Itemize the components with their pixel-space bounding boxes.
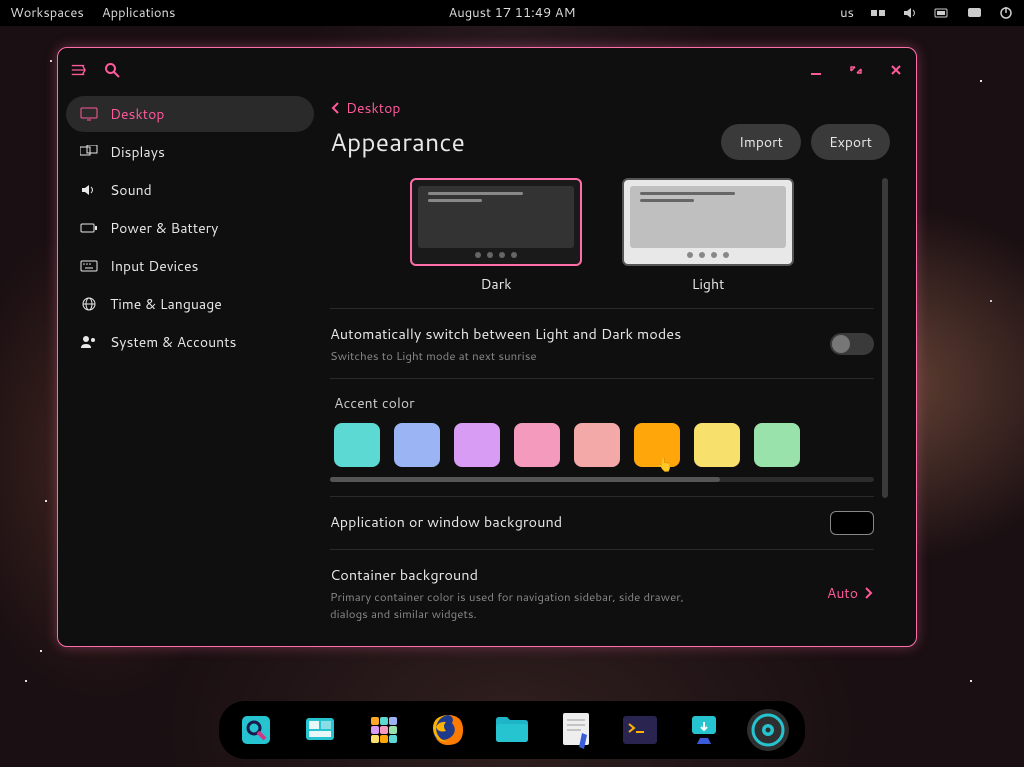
keyboard-icon <box>80 258 98 274</box>
sidebar-item-label: Displays <box>110 142 165 162</box>
theme-option-dark[interactable]: Dark <box>410 178 582 294</box>
accent-scrollbar[interactable] <box>330 477 874 482</box>
breadcrumb-back[interactable]: Desktop <box>330 98 890 118</box>
accent-color-title: Accent color <box>330 393 874 413</box>
sidebar-item-input[interactable]: Input Devices <box>66 248 314 284</box>
globe-icon <box>80 296 98 312</box>
sidebar-item-label: Input Devices <box>110 256 198 276</box>
settings-window: Desktop Displays Sound Power & Battery I… <box>57 47 917 647</box>
desktop-icon <box>80 106 98 122</box>
dock <box>219 701 805 759</box>
accent-swatch-7[interactable] <box>754 423 800 467</box>
sidebar-item-label: Desktop <box>110 104 164 124</box>
settings-sidebar: Desktop Displays Sound Power & Battery I… <box>58 92 322 646</box>
accent-swatch-5[interactable] <box>634 423 680 467</box>
dock-item-workspaces[interactable] <box>299 709 341 751</box>
dock-item-zoom[interactable] <box>235 709 277 751</box>
users-icon <box>80 334 98 350</box>
sound-icon <box>80 182 98 198</box>
chevron-right-icon <box>864 586 874 600</box>
accent-swatch-1[interactable] <box>394 423 440 467</box>
sidebar-item-displays[interactable]: Displays <box>66 134 314 170</box>
breadcrumb-label: Desktop <box>346 98 400 118</box>
sidebar-item-sound[interactable]: Sound <box>66 172 314 208</box>
accent-swatch-0[interactable] <box>334 423 380 467</box>
dock-item-editor[interactable] <box>555 709 597 751</box>
theme-label: Dark <box>480 274 511 294</box>
theme-label: Light <box>692 274 725 294</box>
dock-item-settings[interactable] <box>747 709 789 751</box>
battery-icon[interactable] <box>934 6 950 20</box>
window-titlebar <box>58 48 916 92</box>
container-background-value: Auto <box>827 583 858 603</box>
network-icon[interactable] <box>870 6 886 20</box>
app-background-row[interactable]: Application or window background <box>330 496 874 549</box>
export-button[interactable]: Export <box>811 124 890 160</box>
accent-swatch-6[interactable] <box>694 423 740 467</box>
auto-mode-subtitle: Switches to Light mode at next sunrise <box>330 347 681 364</box>
accent-swatch-3[interactable] <box>514 423 560 467</box>
close-button[interactable] <box>888 62 904 78</box>
dock-item-installer[interactable] <box>683 709 725 751</box>
auto-mode-row: Automatically switch between Light and D… <box>330 308 874 378</box>
settings-main-panel: Desktop Appearance Import Export <box>322 92 916 646</box>
notifications-icon[interactable] <box>966 6 982 20</box>
theme-option-light[interactable]: Light <box>622 178 794 294</box>
accent-swatch-2[interactable] <box>454 423 500 467</box>
sidebar-item-label: Time & Language <box>110 294 222 314</box>
container-background-title: Container background <box>330 564 710 585</box>
power-icon[interactable] <box>998 6 1014 20</box>
clock[interactable]: August 17 11:49 AM <box>448 4 575 22</box>
maximize-button[interactable] <box>848 62 864 78</box>
minimize-button[interactable] <box>808 62 824 78</box>
menu-icon[interactable] <box>70 62 86 78</box>
sidebar-item-label: Power & Battery <box>110 218 218 238</box>
sidebar-item-label: System & Accounts <box>110 332 236 352</box>
volume-icon[interactable] <box>902 6 918 20</box>
search-icon[interactable] <box>104 62 120 78</box>
auto-mode-toggle[interactable] <box>830 333 874 355</box>
dock-item-apps[interactable] <box>363 709 405 751</box>
dock-item-terminal[interactable] <box>619 709 661 751</box>
app-background-title: Application or window background <box>330 511 562 532</box>
sidebar-item-label: Sound <box>110 180 152 200</box>
applications-menu[interactable]: Applications <box>102 4 176 22</box>
battery-icon <box>80 220 98 236</box>
keyboard-layout-indicator[interactable]: us <box>840 4 854 22</box>
chevron-left-icon <box>330 101 340 115</box>
sidebar-item-system[interactable]: System & Accounts <box>66 324 314 360</box>
sidebar-item-power[interactable]: Power & Battery <box>66 210 314 246</box>
app-background-color-chip[interactable] <box>830 511 874 535</box>
top-bar: Workspaces Applications August 17 11:49 … <box>0 0 1024 26</box>
page-title: Appearance <box>330 125 465 160</box>
dock-item-firefox[interactable] <box>427 709 469 751</box>
workspaces-menu[interactable]: Workspaces <box>10 4 84 22</box>
sidebar-item-time[interactable]: Time & Language <box>66 286 314 322</box>
accent-swatch-4[interactable] <box>574 423 620 467</box>
main-scrollbar[interactable] <box>882 178 888 498</box>
container-background-row[interactable]: Container background Primary container c… <box>330 549 874 636</box>
sidebar-item-desktop[interactable]: Desktop <box>66 96 314 132</box>
container-background-subtitle: Primary container color is used for navi… <box>330 588 710 622</box>
accent-color-section: Accent color <box>330 378 874 496</box>
accent-swatch-row <box>330 423 874 467</box>
import-button[interactable]: Import <box>721 124 801 160</box>
auto-mode-title: Automatically switch between Light and D… <box>330 323 681 344</box>
dock-item-files[interactable] <box>491 709 533 751</box>
displays-icon <box>80 144 98 160</box>
